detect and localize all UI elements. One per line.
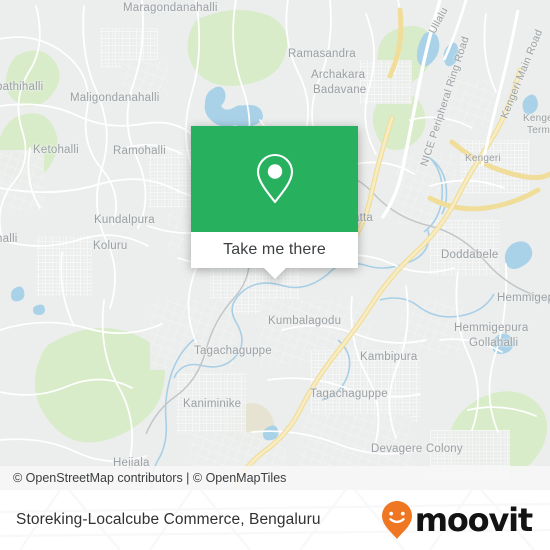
callout-pointer-tail — [263, 268, 286, 279]
moovit-wordmark: moovit — [414, 501, 533, 539]
map-canvas[interactable]: Maragondanahalli Ramasandra Archakara Ba… — [0, 0, 550, 490]
take-me-there-label: Take me there — [223, 241, 326, 258]
callout-footer[interactable]: Take me there — [191, 232, 358, 279]
callout-image-area — [191, 126, 358, 232]
moovit-pin-icon — [381, 501, 412, 539]
attribution-text[interactable]: © OpenStreetMap contributors | © OpenMap… — [13, 471, 286, 485]
map-pin-icon — [256, 153, 293, 204]
map-attribution-bar: © OpenStreetMap contributors | © OpenMap… — [0, 466, 550, 490]
location-callout-card[interactable]: Take me there — [191, 126, 358, 279]
moovit-logo[interactable]: moovit — [380, 500, 533, 540]
bottom-info-bar: Storeking-Localcube Commerce, Bengaluru … — [0, 490, 550, 550]
moovit-map-page: Maragondanahalli Ramasandra Archakara Ba… — [0, 0, 550, 550]
page-title: Storeking-Localcube Commerce, Bengaluru — [16, 511, 321, 528]
